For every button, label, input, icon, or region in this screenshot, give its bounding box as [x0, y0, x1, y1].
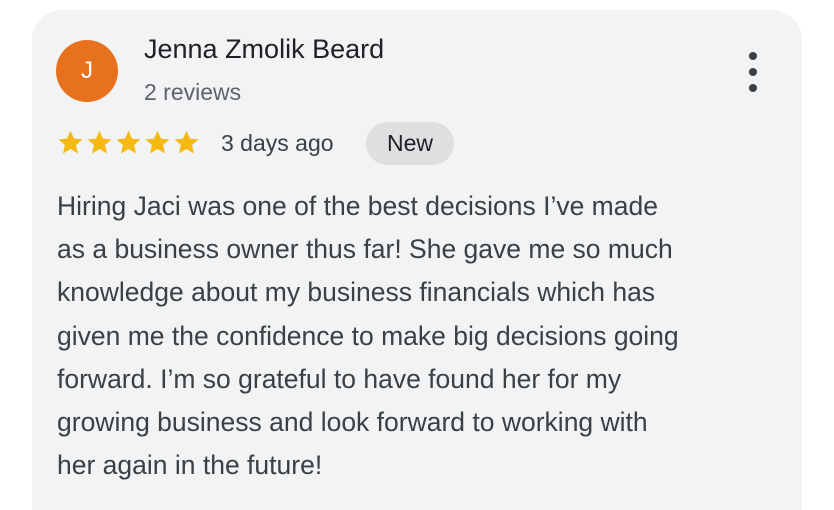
menu-dot [749, 84, 757, 92]
star-icon [145, 130, 170, 154]
star-icon [58, 130, 83, 154]
star-icon [174, 130, 199, 154]
review-text-line: as a business owner thus far! She gave m… [57, 234, 673, 265]
star-rating [56, 128, 201, 157]
star-icon [116, 130, 141, 154]
star-icon [87, 130, 112, 154]
review-text-line: forward. I’m so grateful to have found h… [57, 363, 622, 394]
new-badge: New [366, 122, 454, 165]
menu-dot [749, 52, 757, 60]
review-text-line: given me the confidence to make big deci… [57, 320, 679, 351]
review-text-line: growing business and look forward to wor… [57, 407, 648, 438]
review-text-line: her again in the future! [57, 450, 323, 481]
review-text: Hiring Jaci was one of the best decision… [57, 185, 787, 487]
review-count: 2 reviews [144, 79, 242, 105]
reviewer-name[interactable]: Jenna Zmolik Beard [144, 34, 384, 65]
more-vert-icon[interactable] [738, 52, 768, 92]
avatar[interactable]: J [56, 40, 118, 102]
review-date: 3 days ago [221, 130, 334, 156]
review-text-line: Hiring Jaci was one of the best decision… [57, 191, 658, 221]
review-text-line: knowledge about my business financials w… [57, 277, 656, 308]
menu-dot [749, 68, 757, 76]
